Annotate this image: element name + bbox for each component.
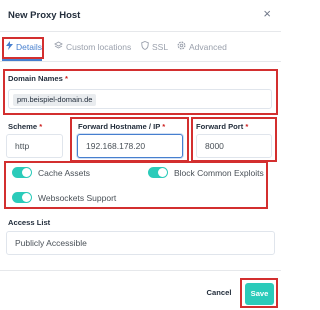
layers-icon [54,41,63,52]
tab-ssl[interactable]: SSL [141,41,168,52]
dialog-footer [0,270,281,310]
save-button[interactable]: Save [245,283,274,305]
tab-custom-locations[interactable]: Custom locations [54,41,131,52]
tab-details-label: Details [16,41,42,52]
toggle-switch[interactable] [12,167,32,178]
domain-names-input[interactable]: pm.beispiel-domain.de [8,89,272,109]
forward-port-label: Forward Port * [196,122,249,131]
dialog-title: New Proxy Host [8,10,81,21]
new-proxy-host-dialog: New Proxy Host × Details Custom location… [0,0,281,310]
block-common-exploits-toggle[interactable]: Block Common Exploits [148,167,264,178]
domain-chip[interactable]: pm.beispiel-domain.de [13,94,97,106]
tab-details[interactable]: Details [6,41,42,52]
gear-icon [177,41,186,52]
forward-hostname-input[interactable]: 192.168.178.20 [77,134,183,158]
cache-assets-toggle[interactable]: Cache Assets [12,167,90,178]
close-icon[interactable]: × [263,7,271,20]
tab-ssl-label: SSL [152,41,169,52]
access-list-select[interactable]: Publicly Accessible [6,231,275,255]
websockets-support-toggle[interactable]: Websockets Support [12,192,116,203]
bolt-icon [6,41,13,52]
tab-bar: Details Custom locations SSL Advanced [0,32,281,62]
websockets-support-label: Websockets Support [38,192,117,203]
cache-assets-label: Cache Assets [38,167,90,178]
toggle-switch[interactable] [148,167,168,178]
scheme-select[interactable]: http [6,134,63,158]
shield-icon [141,41,149,52]
dialog-header: New Proxy Host × [0,0,281,32]
tab-advanced[interactable]: Advanced [177,41,227,52]
tab-advanced-label: Advanced [189,41,227,52]
access-list-label: Access List [8,218,51,227]
forward-port-input[interactable]: 8000 [196,134,272,158]
tab-custom-locations-label: Custom locations [66,41,132,52]
active-tab-indicator [2,59,42,61]
toggle-switch[interactable] [12,192,32,203]
domain-names-label: Domain Names * [8,74,68,83]
forward-hostname-label: Forward Hostname / IP * [78,122,166,131]
cancel-button[interactable]: Cancel [201,282,237,304]
block-common-exploits-label: Block Common Exploits [174,167,264,178]
scheme-label: Scheme * [8,122,43,131]
